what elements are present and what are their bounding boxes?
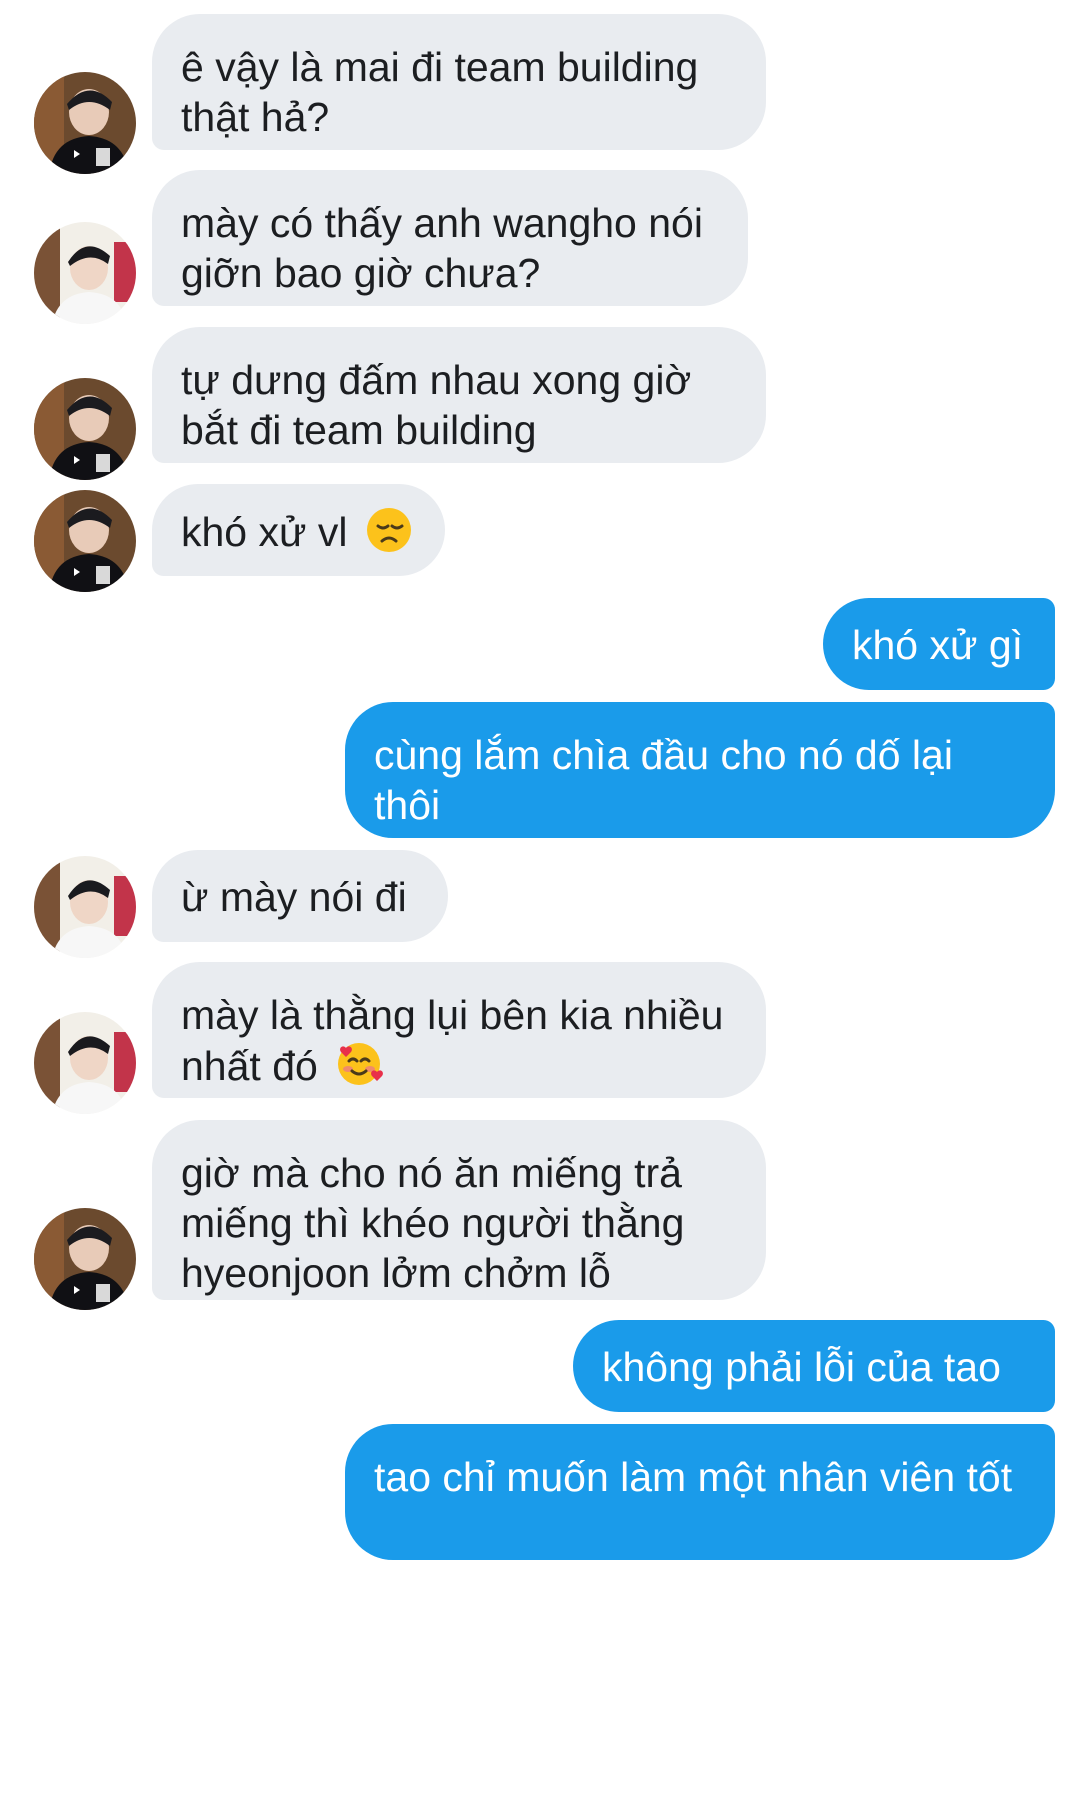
message-text: tao chỉ muốn làm một nhân viên tốt: [374, 1454, 1013, 1500]
smiling-face-with-hearts-emoji: [335, 1040, 384, 1088]
avatar-icon[interactable]: [34, 222, 136, 324]
message-text: mày là thằng lụi bên kia nhiều nhất đó: [181, 992, 724, 1089]
message-bubble-outgoing[interactable]: cùng lắm chìa đầu cho nó dố lại thôi: [345, 702, 1055, 838]
avatar-icon[interactable]: [34, 378, 136, 480]
message-bubble-outgoing[interactable]: không phải lỗi của tao: [573, 1320, 1055, 1412]
message-text: không phải lỗi của tao: [602, 1344, 1001, 1390]
avatar-icon[interactable]: [34, 72, 136, 174]
message-bubble-incoming[interactable]: tự dưng đấm nhau xong giờ bắt đi team bu…: [152, 327, 766, 463]
message-bubble-incoming[interactable]: giờ mà cho nó ăn miếng trả miếng thì khé…: [152, 1120, 766, 1300]
avatar-icon[interactable]: [34, 856, 136, 958]
message-bubble-incoming[interactable]: khó xử vl: [152, 484, 445, 576]
disappointed-face-emoji: [365, 506, 413, 554]
message-bubble-outgoing[interactable]: tao chỉ muốn làm một nhân viên tốt: [345, 1424, 1055, 1560]
message-bubble-incoming[interactable]: ê vậy là mai đi team building thật hả?: [152, 14, 766, 150]
message-bubble-incoming[interactable]: mày có thấy anh wangho nói giỡn bao giờ …: [152, 170, 748, 306]
message-bubble-outgoing[interactable]: khó xử gì: [823, 598, 1055, 690]
avatar-icon[interactable]: [34, 490, 136, 592]
avatar-icon[interactable]: [34, 1208, 136, 1310]
message-text: ê vậy là mai đi team building thật hả?: [181, 44, 699, 140]
message-text: ừ mày nói đi: [181, 874, 407, 920]
message-text: khó xử gì: [852, 622, 1024, 668]
message-text: giờ mà cho nó ăn miếng trả miếng thì khé…: [181, 1150, 685, 1296]
message-text: mày có thấy anh wangho nói giỡn bao giờ …: [181, 200, 703, 296]
avatar-icon[interactable]: [34, 1012, 136, 1114]
message-bubble-incoming[interactable]: ừ mày nói đi: [152, 850, 448, 942]
message-text: tự dưng đấm nhau xong giờ bắt đi team bu…: [181, 357, 692, 453]
message-bubble-incoming[interactable]: mày là thằng lụi bên kia nhiều nhất đó: [152, 962, 766, 1098]
message-text: cùng lắm chìa đầu cho nó dố lại thôi: [374, 732, 953, 828]
chat-thread: ê vậy là mai đi team building thật hả? m…: [0, 0, 1080, 1794]
message-text: khó xử vl: [181, 509, 348, 555]
